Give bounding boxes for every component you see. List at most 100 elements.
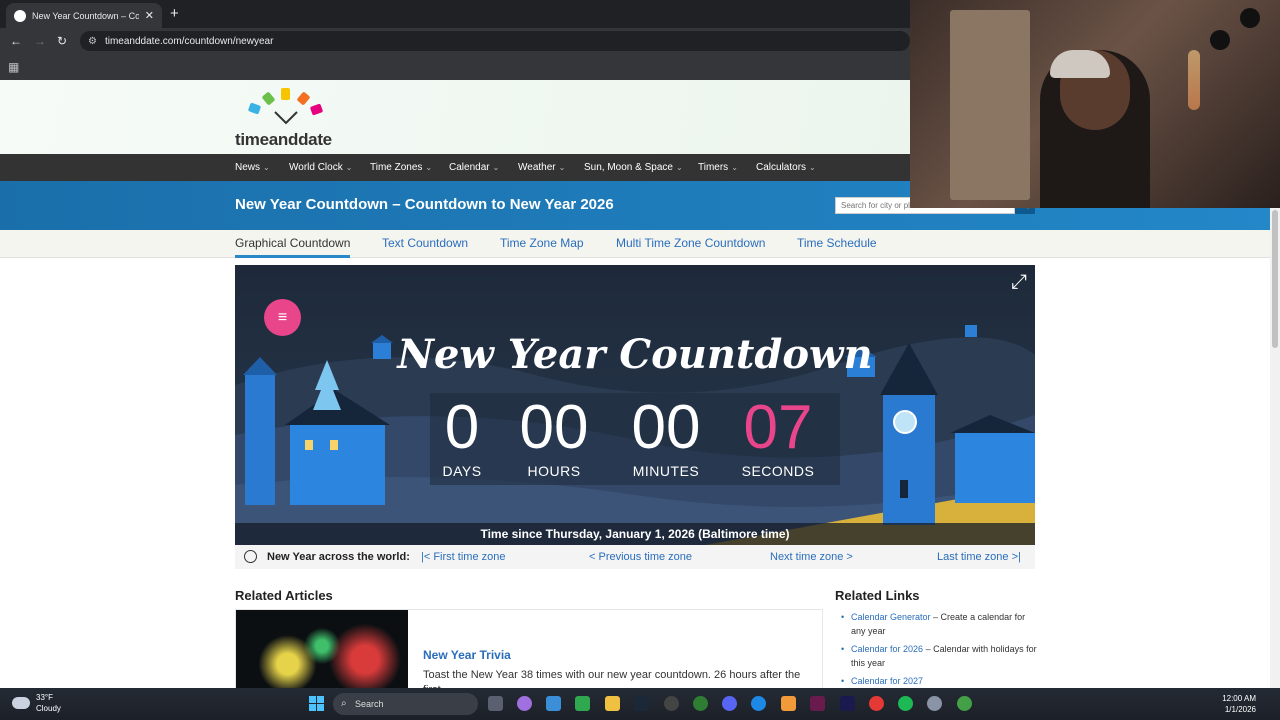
cloud-icon	[12, 697, 30, 709]
search-icon: ⌕	[341, 698, 347, 709]
xbox-icon[interactable]	[575, 696, 590, 711]
minutes-value: 00	[631, 393, 701, 462]
nav-label: Sun, Moon & Space	[584, 162, 673, 173]
nav-label: News	[235, 162, 261, 173]
new-tab-button[interactable]: +	[170, 5, 179, 22]
nav-news[interactable]: News ⌄	[235, 162, 270, 173]
seconds-unit: 07 SECONDS	[728, 393, 828, 479]
nav-time-zones[interactable]: Time Zones ⌄	[370, 162, 432, 173]
related-articles-heading: Related Articles	[235, 588, 333, 603]
logo-ray-icon	[281, 88, 290, 100]
seconds-value: 07	[743, 393, 813, 462]
logo-ray-icon	[261, 91, 276, 106]
chevron-down-icon: ⌄	[809, 163, 816, 172]
list-item: Calendar for 2026 – Calendar with holida…	[841, 642, 1041, 670]
forward-button[interactable]: →	[34, 34, 46, 48]
store-icon[interactable]	[546, 696, 561, 711]
reload-button[interactable]: ↻	[57, 34, 67, 48]
app-icon[interactable]	[664, 696, 679, 711]
days-unit: 0 DAYS	[412, 393, 512, 479]
chevron-down-icon: ⌄	[425, 163, 433, 172]
app-icon[interactable]	[869, 696, 884, 711]
chevron-down-icon: ⌄	[558, 163, 566, 172]
menu-icon: ≡	[277, 309, 288, 326]
logo-check-icon	[274, 111, 298, 125]
premiere-icon[interactable]	[840, 696, 855, 711]
scrollbar-thumb[interactable]	[1272, 210, 1278, 348]
spotify-icon[interactable]	[898, 696, 913, 711]
clock-date: 1/1/2026	[1224, 705, 1256, 714]
address-bar[interactable]: ⚙ timeanddate.com/countdown/newyear	[80, 31, 910, 51]
article-title[interactable]: New Year Trivia	[423, 648, 511, 662]
related-links-heading: Related Links	[835, 588, 920, 603]
nav-label: Calculators	[756, 162, 807, 173]
app-icon[interactable]	[810, 696, 825, 711]
wall-record-icon	[1210, 30, 1230, 50]
chrome-icon[interactable]	[693, 696, 708, 711]
copilot-icon[interactable]	[517, 696, 532, 711]
app-icon[interactable]	[751, 696, 766, 711]
nav-world-clock[interactable]: World Clock ⌄	[289, 162, 352, 173]
world-label: New Year across the world:	[267, 551, 410, 563]
logo-ray-icon	[296, 91, 311, 106]
file-explorer-icon[interactable]	[605, 696, 620, 711]
webcam-lights	[1188, 50, 1200, 110]
page-title: New Year Countdown – Countdown to New Ye…	[235, 196, 614, 213]
site-info-icon[interactable]: ⚙	[88, 36, 97, 47]
next-time-zone-link[interactable]: Next time zone >	[770, 551, 853, 563]
nav-timers[interactable]: Timers ⌄	[698, 162, 738, 173]
task-view-icon[interactable]	[488, 696, 503, 711]
calendar-2027-link[interactable]: Calendar for 2027	[851, 676, 923, 686]
timeanddate-logo[interactable]: timeanddate	[235, 86, 345, 154]
calendar-generator-link[interactable]: Calendar Generator	[851, 612, 931, 622]
weather-widget[interactable]: 33°F Cloudy	[12, 692, 61, 714]
list-item: Calendar Generator – Create a calendar f…	[841, 610, 1041, 638]
tab-time-schedule[interactable]: Time Schedule	[797, 236, 877, 250]
countdown-title: New Year Countdown	[397, 331, 873, 378]
nav-weather[interactable]: Weather ⌄	[518, 162, 565, 173]
last-time-zone-link[interactable]: Last time zone >|	[937, 551, 1021, 563]
favicon-icon	[14, 9, 26, 22]
chrome-icon[interactable]	[957, 696, 972, 711]
nav-calculators[interactable]: Calculators ⌄	[756, 162, 816, 173]
days-value: 0	[444, 393, 480, 462]
calendar-2026-link[interactable]: Calendar for 2026	[851, 644, 923, 654]
tab-text-countdown[interactable]: Text Countdown	[382, 236, 468, 250]
days-label: DAYS	[442, 463, 482, 479]
tab-time-zone-map[interactable]: Time Zone Map	[500, 236, 584, 250]
app-icon[interactable]	[781, 696, 796, 711]
logo-ray-icon	[309, 103, 324, 116]
apps-grid-icon[interactable]: ▦	[8, 60, 19, 74]
taskbar-search[interactable]: ⌕ Search	[333, 693, 478, 715]
nav-sun-moon-space[interactable]: Sun, Moon & Space ⌄	[584, 162, 683, 173]
browser-tab[interactable]: New Year Countdown – Countdown to New Ye…	[6, 3, 162, 28]
system-clock[interactable]: 12:00 AM 1/1/2026	[1222, 693, 1256, 715]
previous-time-zone-link[interactable]: < Previous time zone	[589, 551, 692, 563]
discord-icon[interactable]	[722, 696, 737, 711]
close-tab-icon[interactable]: ✕	[145, 9, 154, 22]
url-text: timeanddate.com/countdown/newyear	[104, 35, 274, 47]
tab-multi-time-zone-countdown[interactable]: Multi Time Zone Countdown	[616, 236, 765, 250]
start-button[interactable]	[309, 696, 324, 711]
related-links-list: Calendar Generator – Create a calendar f…	[841, 610, 1041, 688]
clock-time: 12:00 AM	[1222, 694, 1256, 703]
webcam-hat	[1050, 50, 1110, 78]
logo-ray-icon	[247, 102, 262, 115]
settings-icon[interactable]	[927, 696, 942, 711]
tab-title: New Year Countdown – Countdown to New Ye…	[32, 10, 139, 21]
weather-text: 33°F Cloudy	[36, 692, 61, 714]
first-time-zone-link[interactable]: |< First time zone	[421, 551, 505, 563]
logo-text: timeanddate	[235, 130, 332, 149]
back-button[interactable]: ←	[10, 34, 22, 48]
tab-graphical-countdown[interactable]: Graphical Countdown	[235, 236, 351, 258]
article-card[interactable]: New Year Trivia Toast the New Year 38 ti…	[235, 609, 823, 688]
weather-condition: Cloudy	[36, 704, 61, 713]
list-item: Calendar for 2027	[841, 674, 1041, 688]
windows-taskbar: 33°F Cloudy ⌕ Search 12:00 AM 1/1/2026	[0, 688, 1280, 720]
steam-icon[interactable]	[634, 696, 649, 711]
nav-calendar[interactable]: Calendar ⌄	[449, 162, 499, 173]
fullscreen-icon[interactable]: ⤢	[1011, 271, 1027, 294]
hours-label: HOURS	[527, 463, 581, 479]
weather-temp: 33°F	[36, 693, 53, 702]
countdown-caption: Time since Thursday, January 1, 2026 (Ba…	[235, 523, 1035, 545]
